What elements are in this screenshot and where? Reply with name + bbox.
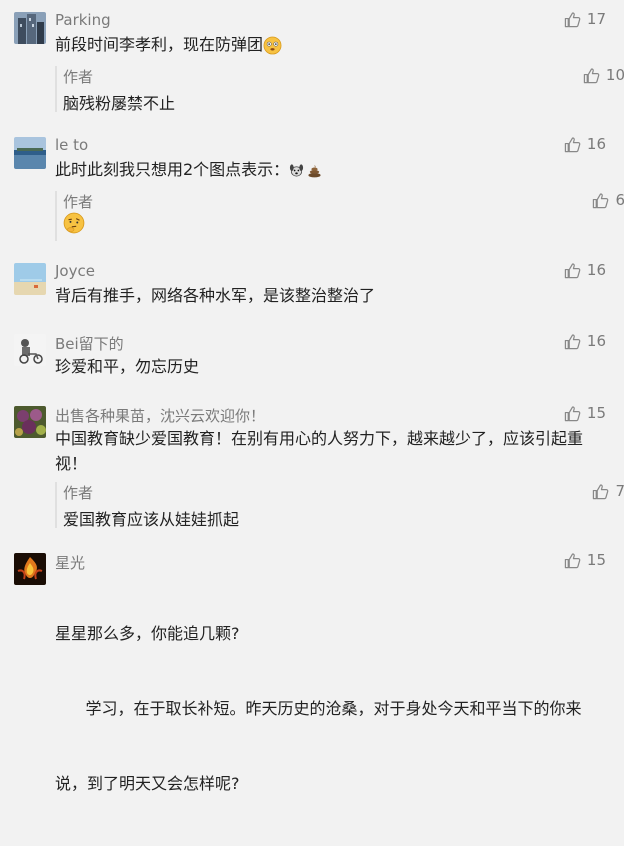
avatar[interactable] bbox=[14, 406, 46, 438]
avatar[interactable] bbox=[14, 263, 46, 295]
author-reply: 作者 脑残粉屡禁不止 10 bbox=[55, 66, 624, 113]
comment-text: 中国教育缺少爱国教育！在别有用心的人努力下，越来越少了，应该引起重 视！ bbox=[55, 426, 610, 476]
like-count: 16 bbox=[586, 261, 606, 279]
reply-text: 脑残粉屡禁不止 bbox=[63, 94, 176, 113]
comment-text-line: 视！ bbox=[55, 454, 88, 473]
thumbs-up-icon bbox=[564, 405, 581, 421]
like-button[interactable]: 17 bbox=[564, 10, 606, 28]
thumbs-up-icon bbox=[564, 11, 581, 27]
like-count: 10 bbox=[605, 66, 624, 84]
like-count: 6 bbox=[615, 191, 624, 209]
comment-text-line: 学习，在于取长补短。昨天历史的沧桑，对于身处今天和平当下的你来 bbox=[55, 699, 582, 718]
like-button[interactable]: 15 bbox=[564, 404, 606, 422]
author-reply: 作者 6 bbox=[55, 191, 624, 241]
like-count: 15 bbox=[586, 404, 606, 422]
commenter-name[interactable]: 出售各种果苗，沈兴云欢迎你！ bbox=[55, 405, 265, 426]
avatar[interactable] bbox=[14, 137, 46, 169]
reply-text: 爱国教育应该从娃娃抓起 bbox=[63, 510, 240, 529]
commenter-name[interactable]: Bei留下的 bbox=[55, 333, 124, 354]
reply-author-label: 作者 bbox=[63, 484, 94, 502]
thumbs-up-icon bbox=[564, 262, 581, 278]
comment-text-line: 星星那么多，你能追几颗? bbox=[55, 624, 240, 643]
like-count: 16 bbox=[586, 332, 606, 350]
dog-face-emoji bbox=[290, 164, 304, 177]
thinking-face-emoji bbox=[63, 212, 85, 234]
like-count: 17 bbox=[586, 10, 606, 28]
thumbs-up-icon bbox=[593, 192, 609, 208]
thumbs-up-icon bbox=[593, 483, 609, 499]
comment-text: 珍爱和平，勿忘历史 bbox=[55, 357, 200, 376]
commenter-name[interactable]: Joyce bbox=[55, 262, 95, 280]
reply-author-label: 作者 bbox=[63, 193, 94, 211]
comment-text: 此时此刻我只想用2个图点表示： bbox=[55, 157, 610, 182]
commenter-name[interactable]: 星光 bbox=[55, 552, 85, 573]
reply-emoji bbox=[63, 212, 85, 234]
comment-text: 星星那么多，你能追几颗? 学习，在于取长补短。昨天历史的沧桑，对于身处今天和平当… bbox=[55, 571, 610, 846]
reply-author-label: 作者 bbox=[63, 68, 94, 86]
comment-text: 前段时间李孝利，现在防弹团 bbox=[55, 32, 610, 57]
avatar[interactable] bbox=[14, 334, 46, 366]
thumbs-up-icon bbox=[564, 552, 581, 568]
like-count: 15 bbox=[586, 551, 606, 569]
avatar[interactable] bbox=[14, 553, 46, 585]
poop-emoji bbox=[308, 164, 321, 178]
commenter-name[interactable]: le to bbox=[55, 136, 88, 154]
thumbs-up-icon bbox=[564, 136, 581, 152]
comment-text-line: 说，到了明天又会怎样呢? bbox=[55, 774, 240, 793]
like-button[interactable]: 16 bbox=[564, 135, 606, 153]
commenter-name[interactable]: Parking bbox=[55, 11, 111, 29]
comment-text-line: 中国教育缺少爱国教育！在别有用心的人努力下，越来越少了，应该引起重 bbox=[55, 429, 584, 448]
comment-text: 背后有推手，网络各种水军，是该整治整治了 bbox=[55, 286, 376, 305]
thumbs-up-icon bbox=[583, 67, 600, 83]
like-count: 7 bbox=[615, 482, 624, 500]
avatar[interactable] bbox=[14, 12, 46, 44]
reply-like-button[interactable]: 6 bbox=[592, 191, 624, 209]
like-count: 16 bbox=[586, 135, 606, 153]
author-reply: 作者 爱国教育应该从娃娃抓起 7 bbox=[55, 482, 624, 529]
reply-like-button[interactable]: 7 bbox=[592, 482, 624, 500]
like-button[interactable]: 16 bbox=[564, 332, 606, 350]
reply-like-button[interactable]: 10 bbox=[583, 66, 624, 84]
thumbs-up-icon bbox=[564, 333, 581, 349]
like-button[interactable]: 16 bbox=[564, 261, 606, 279]
like-button[interactable]: 15 bbox=[564, 551, 606, 569]
worried-face-emoji bbox=[263, 36, 282, 55]
